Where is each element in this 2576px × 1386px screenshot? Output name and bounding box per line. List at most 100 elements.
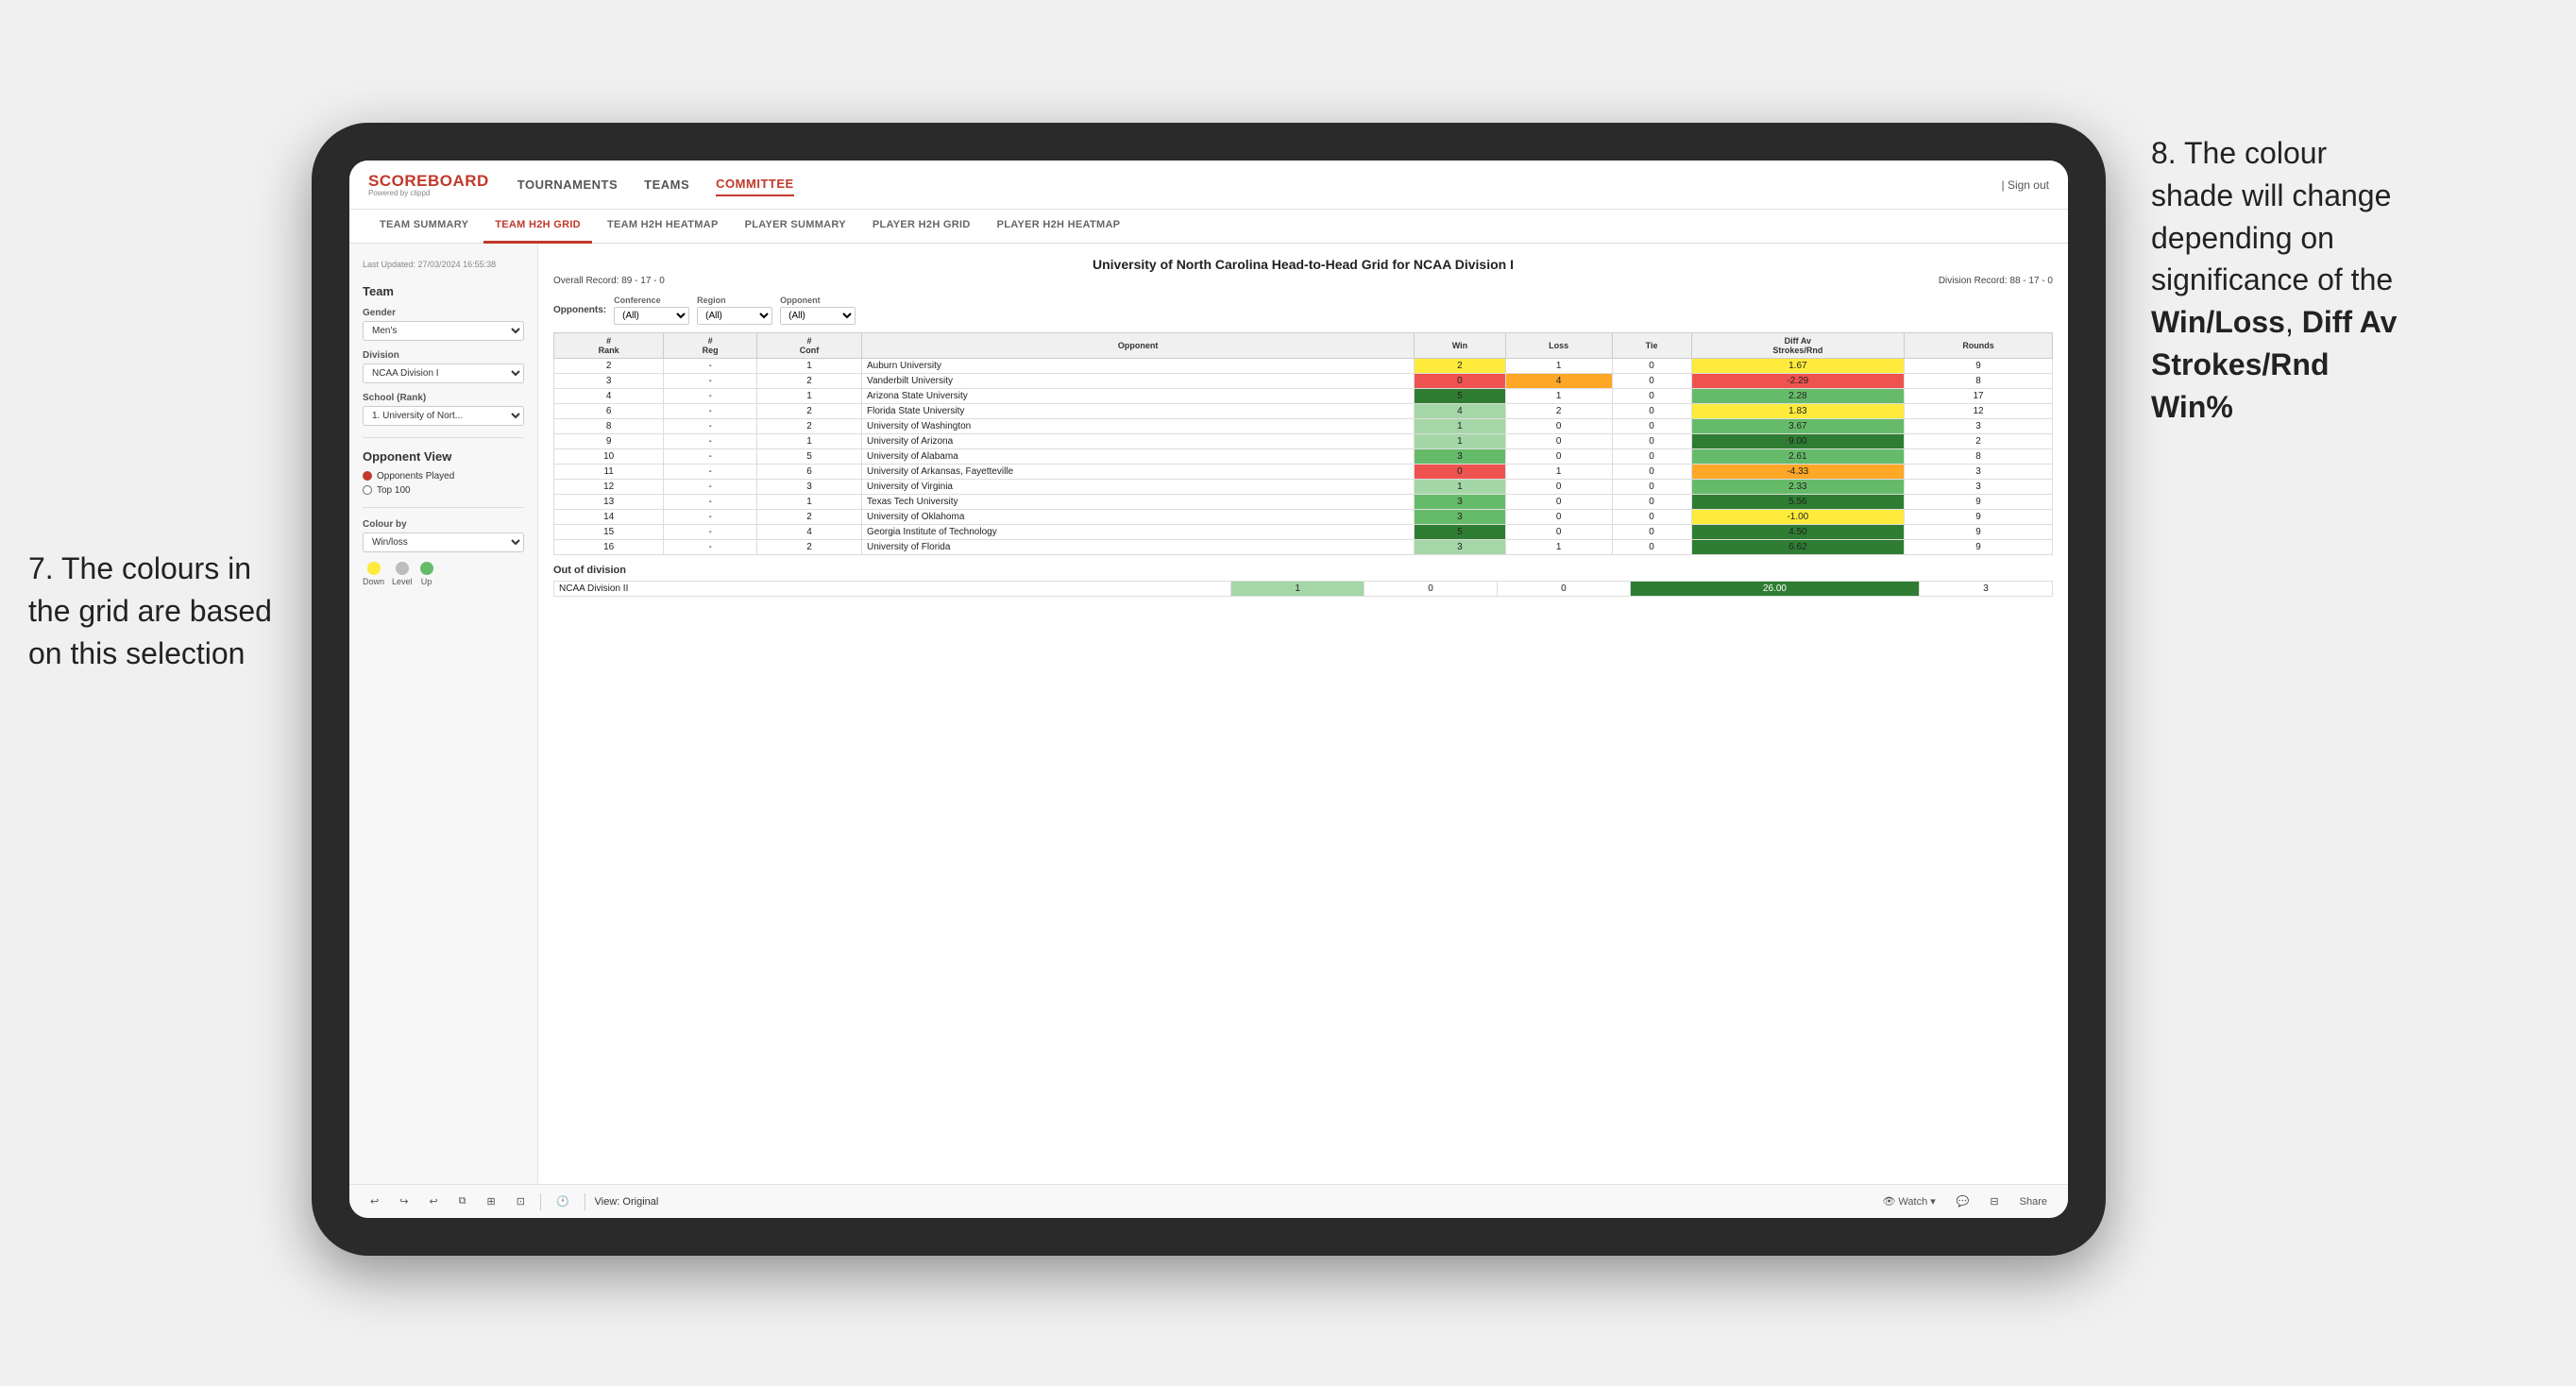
toolbar-redo[interactable]: ↪: [394, 1192, 414, 1210]
filter-conference: Conference (All): [614, 296, 689, 325]
toolbar-paste[interactable]: ⊡: [511, 1192, 531, 1210]
toolbar-grid-icon[interactable]: ⊞: [482, 1192, 501, 1210]
toolbar-share[interactable]: Share: [2014, 1193, 2053, 1210]
toolbar-undo[interactable]: ↩: [364, 1192, 384, 1210]
filter-opponent: Opponent (All): [780, 296, 856, 325]
subnav-team-summary[interactable]: TEAM SUMMARY: [368, 210, 480, 244]
out-div-name: NCAA Division II: [554, 582, 1231, 597]
filter-region: Region (All): [697, 296, 772, 325]
col-reg: #Reg: [664, 333, 757, 359]
col-opponent: Opponent: [862, 333, 1415, 359]
toolbar-back[interactable]: ↩: [423, 1192, 443, 1210]
toolbar-comment[interactable]: 💬: [1951, 1192, 1975, 1210]
school-label: School (Rank): [363, 393, 524, 403]
legend-label-up: Up: [421, 577, 432, 586]
legend-down: Down: [363, 562, 384, 586]
logo-text: SCOREBOARD: [368, 172, 489, 190]
annotation-right: 8. The colour shade will change dependin…: [2151, 132, 2548, 429]
legend-row: Down Level Up: [363, 562, 524, 586]
table-row: 14-2University of Oklahoma300-1.009: [554, 510, 2053, 525]
logo-sub: Powered by clippd: [368, 189, 489, 197]
toolbar-clock[interactable]: 🕐: [551, 1192, 575, 1210]
gender-select[interactable]: Men's: [363, 321, 524, 341]
division-label: Division: [363, 350, 524, 361]
gender-label: Gender: [363, 308, 524, 318]
division-select[interactable]: NCAA Division I: [363, 363, 524, 383]
nav-links: TOURNAMENTS TEAMS COMMITTEE: [517, 173, 2002, 196]
table-row: 12-3University of Virginia1002.333: [554, 480, 2053, 495]
school-select[interactable]: 1. University of Nort...: [363, 406, 524, 426]
table-row: 2-1Auburn University2101.679: [554, 359, 2053, 374]
out-of-division-row: NCAA Division II 1 0 0 26.00 3: [554, 582, 2053, 597]
sidebar-divider-1: [363, 437, 524, 438]
table-header-row: #Rank #Reg #Conf Opponent Win Loss Tie D…: [554, 333, 2053, 359]
table-row: 10-5University of Alabama3002.618: [554, 449, 2053, 465]
filters-row: Opponents: Conference (All) Region (All): [553, 296, 2053, 325]
tablet-frame: SCOREBOARD Powered by clippd TOURNAMENTS…: [312, 123, 2106, 1256]
col-rounds: Rounds: [1905, 333, 2053, 359]
table-row: 11-6University of Arkansas, Fayetteville…: [554, 465, 2053, 480]
colour-by-label: Colour by: [363, 519, 524, 530]
legend-level: Level: [392, 562, 413, 586]
out-of-division-table: NCAA Division II 1 0 0 26.00 3: [553, 581, 2053, 597]
out-div-rounds: 3: [1920, 582, 2053, 597]
opponent-view-radio-group: Opponents Played Top 100: [363, 471, 524, 496]
main-content: Last Updated: 27/03/2024 16:55:38 Team G…: [349, 244, 2068, 1184]
sidebar: Last Updated: 27/03/2024 16:55:38 Team G…: [349, 244, 538, 1184]
table-row: 16-2University of Florida3106.629: [554, 540, 2053, 555]
col-loss: Loss: [1505, 333, 1612, 359]
subnav-player-h2h-grid[interactable]: PLAYER H2H GRID: [861, 210, 982, 244]
radio-top-100[interactable]: Top 100: [363, 485, 524, 496]
tablet-screen: SCOREBOARD Powered by clippd TOURNAMENTS…: [349, 161, 2068, 1218]
radio-dot-selected: [363, 471, 372, 481]
out-div-win: 1: [1231, 582, 1364, 597]
region-filter-select[interactable]: (All): [697, 307, 772, 325]
toolbar-copy[interactable]: ⧉: [453, 1192, 472, 1210]
sidebar-timestamp: Last Updated: 27/03/2024 16:55:38: [363, 259, 524, 271]
colour-by-select[interactable]: Win/loss: [363, 532, 524, 552]
legend-up: Up: [420, 562, 433, 586]
table-row: 13-1Texas Tech University3005.569: [554, 495, 2053, 510]
grid-records: Overall Record: 89 - 17 - 0 Division Rec…: [553, 276, 2053, 286]
overall-record: Overall Record: 89 - 17 - 0: [553, 276, 665, 286]
col-conf: #Conf: [757, 333, 862, 359]
table-row: 4-1Arizona State University5102.2817: [554, 389, 2053, 404]
out-div-diff: 26.00: [1630, 582, 1919, 597]
nav-teams[interactable]: TEAMS: [644, 174, 689, 195]
nav-committee[interactable]: COMMITTEE: [716, 173, 794, 196]
toolbar-view-label: View: Original: [595, 1196, 659, 1208]
grid-area: University of North Carolina Head-to-Hea…: [538, 244, 2068, 1184]
conference-filter-select[interactable]: (All): [614, 307, 689, 325]
legend-dot-down: [367, 562, 381, 575]
subnav-player-h2h-heatmap[interactable]: PLAYER H2H HEATMAP: [986, 210, 1132, 244]
sub-nav: TEAM SUMMARY TEAM H2H GRID TEAM H2H HEAT…: [349, 210, 2068, 244]
legend-label-level: Level: [392, 577, 413, 586]
col-rank: #Rank: [554, 333, 664, 359]
legend-dot-level: [396, 562, 409, 575]
table-row: 8-2University of Washington1003.673: [554, 419, 2053, 434]
table-row: 15-4Georgia Institute of Technology5004.…: [554, 525, 2053, 540]
opponent-filter-select[interactable]: (All): [780, 307, 856, 325]
table-row: 6-2Florida State University4201.8312: [554, 404, 2053, 419]
grid-title: University of North Carolina Head-to-Hea…: [553, 257, 2053, 272]
radio-dot-unselected: [363, 485, 372, 495]
subnav-team-h2h-heatmap[interactable]: TEAM H2H HEATMAP: [596, 210, 730, 244]
bottom-toolbar: ↩ ↪ ↩ ⧉ ⊞ ⊡ 🕐 View: Original 👁 Watch ▾ 💬…: [349, 1184, 2068, 1218]
table-row: 3-2Vanderbilt University040-2.298: [554, 374, 2053, 389]
table-row: 9-1University of Arizona1009.002: [554, 434, 2053, 449]
toolbar-watch[interactable]: 👁 Watch ▾: [1876, 1192, 1940, 1210]
col-tie: Tie: [1612, 333, 1691, 359]
logo: SCOREBOARD Powered by clippd: [368, 172, 489, 197]
sidebar-team-title: Team: [363, 284, 524, 298]
out-div-loss: 0: [1364, 582, 1498, 597]
radio-opponents-played[interactable]: Opponents Played: [363, 471, 524, 482]
subnav-player-summary[interactable]: PLAYER SUMMARY: [734, 210, 857, 244]
nav-tournaments[interactable]: TOURNAMENTS: [517, 174, 618, 195]
sign-out-link[interactable]: | Sign out: [2002, 178, 2050, 192]
toolbar-layout[interactable]: ⊟: [1984, 1192, 2004, 1210]
col-win: Win: [1415, 333, 1506, 359]
toolbar-separator-1: [540, 1193, 541, 1210]
legend-dot-up: [420, 562, 433, 575]
subnav-team-h2h-grid[interactable]: TEAM H2H GRID: [483, 210, 592, 244]
division-record: Division Record: 88 - 17 - 0: [1939, 276, 2053, 286]
